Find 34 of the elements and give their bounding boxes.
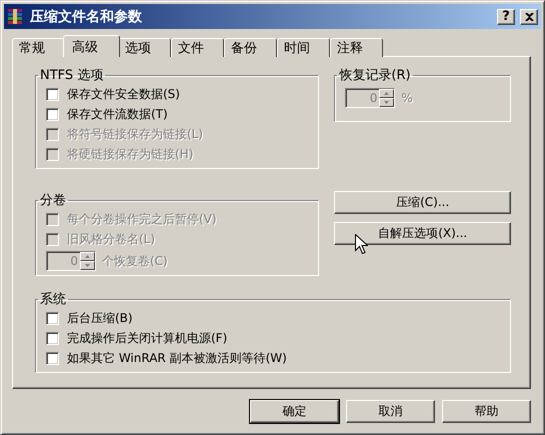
checkbox[interactable] <box>46 108 59 120</box>
group-title: 系统 <box>39 291 67 308</box>
checkbox-label[interactable]: 完成操作后关闭计算机电源(F) <box>67 330 228 346</box>
tab[interactable]: 高级 <box>63 35 120 57</box>
tab[interactable]: 文件 <box>171 38 224 57</box>
tab[interactable]: 选项 <box>118 38 171 57</box>
group-title: NTFS 选项 <box>39 67 104 84</box>
tab[interactable]: 备份 <box>224 38 277 57</box>
dialog-button[interactable]: 确定 <box>250 400 339 423</box>
group-title: 恢复记录(R) <box>338 67 412 84</box>
group-title: 分卷 <box>39 192 67 209</box>
close-icon[interactable] <box>524 12 534 20</box>
checkbox-label[interactable]: 如果其它 WinRAR 副本被激活则等待(W) <box>67 350 287 366</box>
spinner-label: % <box>401 91 413 105</box>
checkbox-label[interactable]: 后台压缩(B) <box>67 310 133 326</box>
checkbox[interactable] <box>46 312 59 324</box>
tab[interactable]: 注释 <box>330 38 383 57</box>
stacked-books-icon <box>7 8 25 26</box>
window-title: 压缩文件名和参数 <box>30 8 143 26</box>
dialog-button[interactable]: 帮助 <box>442 400 531 423</box>
checkbox-label[interactable]: 保存文件流数据(T) <box>67 106 168 122</box>
option-button[interactable]: 自解压选项(X)... <box>334 222 511 245</box>
spinner-label: 个恢复卷(C) <box>102 252 168 270</box>
tab[interactable]: 常规 <box>12 38 65 57</box>
help-button[interactable]: ? <box>497 8 515 24</box>
checkbox[interactable] <box>46 352 59 364</box>
close-button[interactable] <box>520 8 538 24</box>
checkbox[interactable] <box>46 332 59 344</box>
option-button[interactable]: 压缩(C)... <box>334 191 511 214</box>
dialog-button[interactable]: 取消 <box>346 400 435 423</box>
tab[interactable]: 时间 <box>277 38 330 57</box>
checkbox[interactable] <box>46 88 59 100</box>
checkbox-label[interactable]: 保存文件安全数据(S) <box>67 86 180 102</box>
mouse-pointer-icon <box>355 234 368 255</box>
